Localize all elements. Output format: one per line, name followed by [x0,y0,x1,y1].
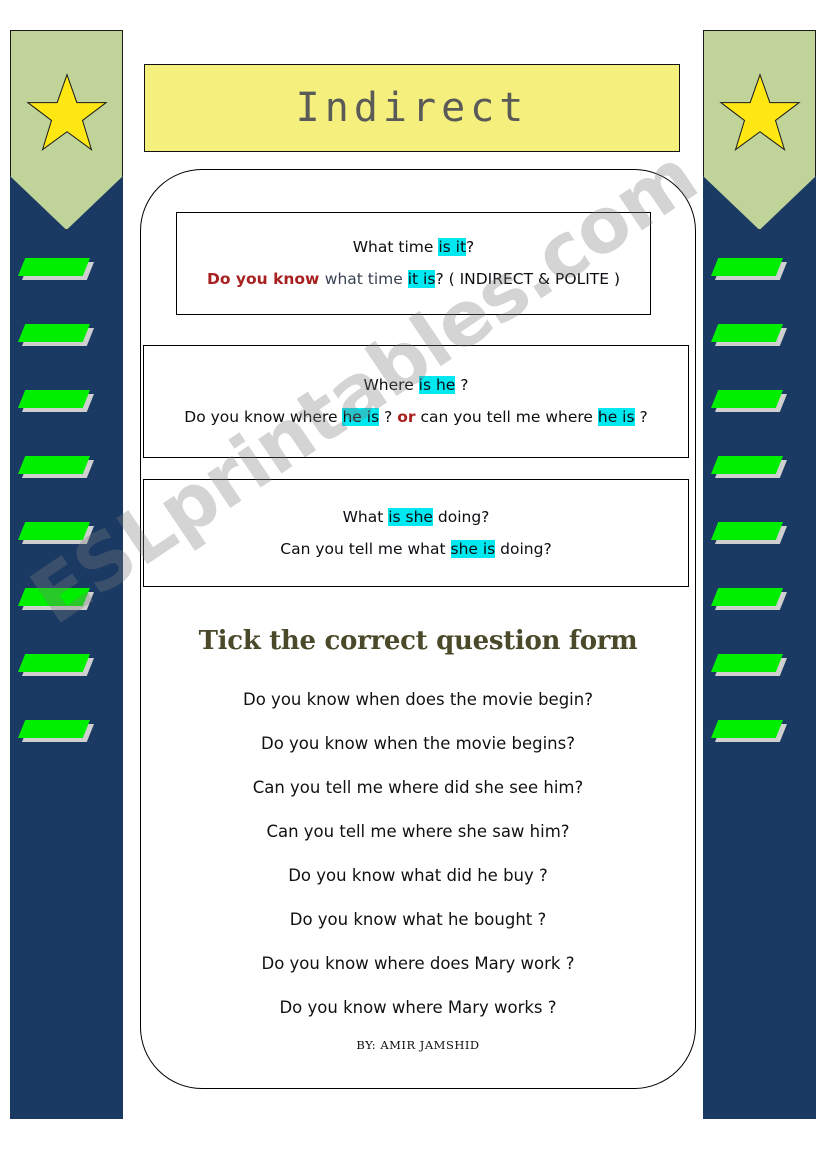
text-run-plain: doing? [432,507,490,526]
parallelogram-face [711,522,783,540]
question-list: Do you know when does the movie begin? Do… [140,678,696,1030]
text-run-highlight: he is [342,408,380,426]
question-option[interactable]: Do you know what he bought ? [140,898,696,942]
parallelogram-face [18,588,90,606]
parallelogram-bullet-icon [711,456,787,478]
parallelogram-bullet-icon [711,654,787,676]
title-banner: Indirect [144,64,680,152]
example-line-direct: What is she doing? [144,500,688,535]
right-parallelogram-stack [703,258,816,818]
parallelogram-bullet-icon [18,588,94,610]
question-option[interactable]: Do you know where does Mary work ? [140,942,696,986]
question-option[interactable]: Do you know where Mary works ? [140,986,696,1030]
parallelogram-bullet-icon [711,258,787,280]
left-banner [10,30,123,230]
star-icon [25,73,108,151]
text-run-plain: Where [363,376,419,395]
question-option[interactable]: Do you know when does the movie begin? [140,678,696,722]
parallelogram-bullet-icon [711,588,787,610]
example-box-where-he: Where is he ? Do you know where he is ? … [143,345,689,458]
parallelogram-face [711,654,783,672]
parallelogram-face [18,654,90,672]
text-run-plain: can you tell me where [415,408,598,426]
exercise-heading: Tick the correct question form [198,626,638,656]
text-run-red: Do you know [206,270,325,288]
parallelogram-bullet-icon [711,324,787,346]
example-box-time: What time is it? Do you know what time i… [176,212,651,315]
parallelogram-bullet-icon [711,720,787,742]
parallelogram-face [18,456,90,474]
text-run-highlight: is it [438,238,467,257]
parallelogram-bullet-icon [18,654,94,676]
text-run-red: or [397,408,416,426]
question-option[interactable]: Can you tell me where she saw him? [140,810,696,854]
parallelogram-face [18,390,90,408]
text-run-highlight: he is [597,408,635,426]
text-run-plain: What [342,507,389,526]
star-icon [718,73,801,151]
text-run-plain: What time [352,238,439,257]
example-line-direct: Where is he ? [144,368,688,403]
right-banner [703,30,816,230]
question-option[interactable]: Do you know what did he buy ? [140,854,696,898]
worksheet-page: Indirect What time is it? Do you know wh… [0,0,826,1169]
text-run-plain: Can you tell me what [280,539,451,558]
text-run-plain: ? ( INDIRECT & POLITE ) [435,270,621,288]
parallelogram-face [711,588,783,606]
page-title: Indirect [295,85,529,131]
parallelogram-bullet-icon [18,324,94,346]
text-run-highlight: she is [450,539,496,558]
example-line-direct: What time is it? [177,230,650,265]
parallelogram-face [18,720,90,738]
parallelogram-face [711,456,783,474]
parallelogram-face [711,390,783,408]
parallelogram-face [18,324,90,342]
parallelogram-bullet-icon [18,456,94,478]
parallelogram-bullet-icon [711,522,787,544]
text-run-plain: Do you know where [184,408,343,426]
parallelogram-bullet-icon [18,522,94,544]
example-line-indirect: Can you tell me what she is doing? [144,535,688,567]
parallelogram-bullet-icon [711,390,787,412]
parallelogram-bullet-icon [18,258,94,280]
parallelogram-bullet-icon [18,390,94,412]
text-run-plain: ? [634,408,648,426]
text-run-plain: ? [455,376,469,395]
text-run-plain: ? [466,238,475,257]
example-box-what-doing: What is she doing? Can you tell me what … [143,479,689,587]
question-option[interactable]: Can you tell me where did she see him? [140,766,696,810]
text-run-plain: ? [379,408,398,426]
parallelogram-face [711,258,783,276]
author-byline: BY: AMIR JAMSHID [356,1038,480,1052]
parallelogram-face [711,720,783,738]
left-parallelogram-stack [10,258,123,818]
parallelogram-face [711,324,783,342]
text-run-highlight: it is [407,270,436,288]
text-run-navy: what time [324,270,408,288]
parallelogram-face [18,522,90,540]
question-option[interactable]: Do you know when the movie begins? [140,722,696,766]
right-decorative-column [703,30,816,1119]
example-line-indirect: Do you know where he is ? or can you tel… [144,403,688,435]
example-line-indirect: Do you know what time it is? ( INDIRECT … [177,265,650,297]
parallelogram-face [18,258,90,276]
text-run-highlight: is he [418,376,456,395]
text-run-plain: doing? [495,539,552,558]
left-decorative-column [10,30,123,1119]
parallelogram-bullet-icon [18,720,94,742]
text-run-highlight: is she [388,507,433,526]
